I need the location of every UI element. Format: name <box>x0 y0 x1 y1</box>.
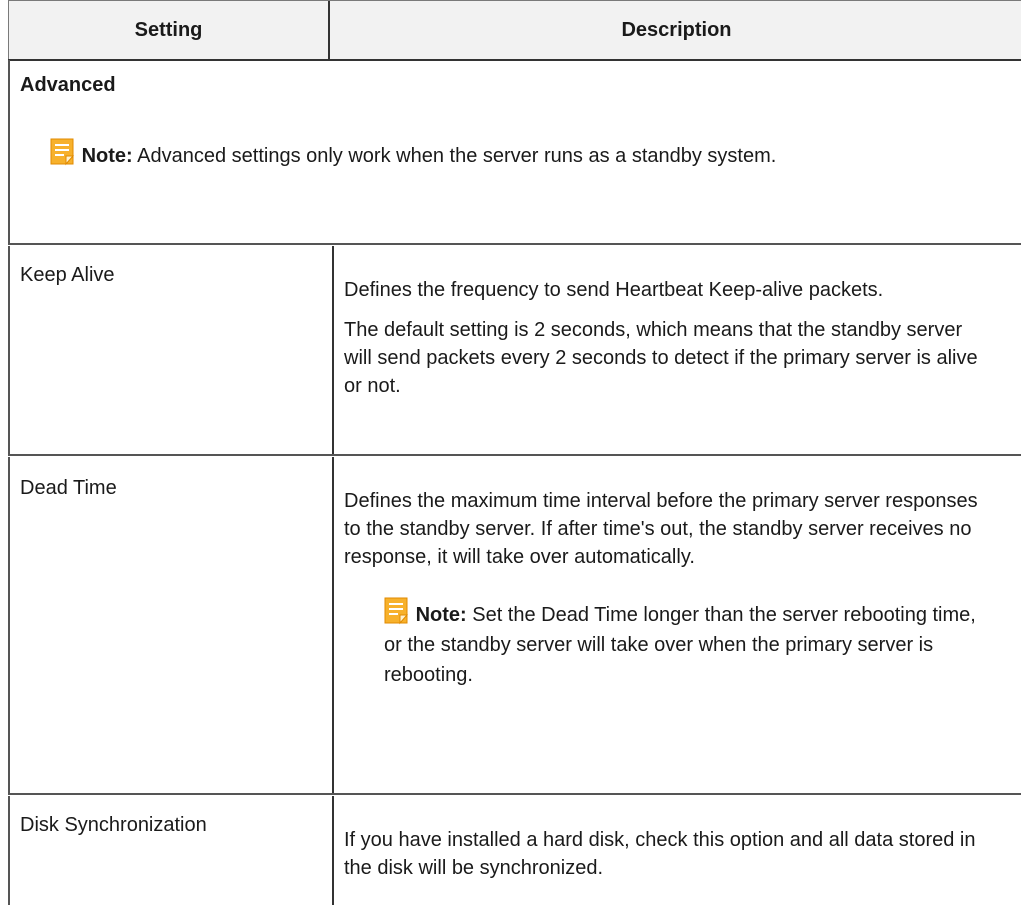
setting-name: Disk Synchronization <box>20 814 207 836</box>
table-row-disk-sync: Disk Synchronization If you have install… <box>8 796 1021 905</box>
setting-description: If you have installed a hard disk, check… <box>344 826 994 894</box>
note-label: Note: <box>415 604 467 626</box>
setting-description: Defines the maximum time interval before… <box>344 487 994 690</box>
setting-name: Keep Alive <box>20 264 115 286</box>
table-row-keep-alive: Keep Alive Defines the frequency to send… <box>8 246 1021 456</box>
setting-description: Defines the frequency to send Heartbeat … <box>344 276 994 412</box>
section-title: Advanced <box>20 74 116 96</box>
description-paragraph: Defines the maximum time interval before… <box>344 490 978 568</box>
note-text: Advanced settings only work when the ser… <box>132 145 777 167</box>
note-icon <box>50 138 75 166</box>
column-header-setting: Setting <box>8 1 330 59</box>
note-icon <box>384 597 409 625</box>
description-paragraph: If you have installed a hard disk, check… <box>344 829 976 879</box>
description-paragraph: The default setting is 2 seconds, which … <box>344 319 978 397</box>
section-advanced: Advanced Note: Advanced settings only wo… <box>8 60 1021 245</box>
note-label: Note: <box>81 145 133 167</box>
settings-table: Setting Description Advanced Note: Advan… <box>8 0 1021 905</box>
table-row-dead-time: Dead Time Defines the maximum time inter… <box>8 457 1021 795</box>
column-header-description: Description <box>621 18 732 41</box>
section-note: Note: Advanced settings only work when t… <box>50 138 950 171</box>
dead-time-note: Note: Set the Dead Time longer than the … <box>384 597 984 690</box>
column-divider <box>332 796 334 905</box>
description-paragraph: Defines the frequency to send Heartbeat … <box>344 279 884 301</box>
column-divider <box>332 457 334 793</box>
column-divider <box>332 246 334 454</box>
table-header: Setting Description <box>8 0 1021 61</box>
setting-name: Dead Time <box>20 477 117 499</box>
note-text: Set the Dead Time longer than the server… <box>384 604 976 686</box>
